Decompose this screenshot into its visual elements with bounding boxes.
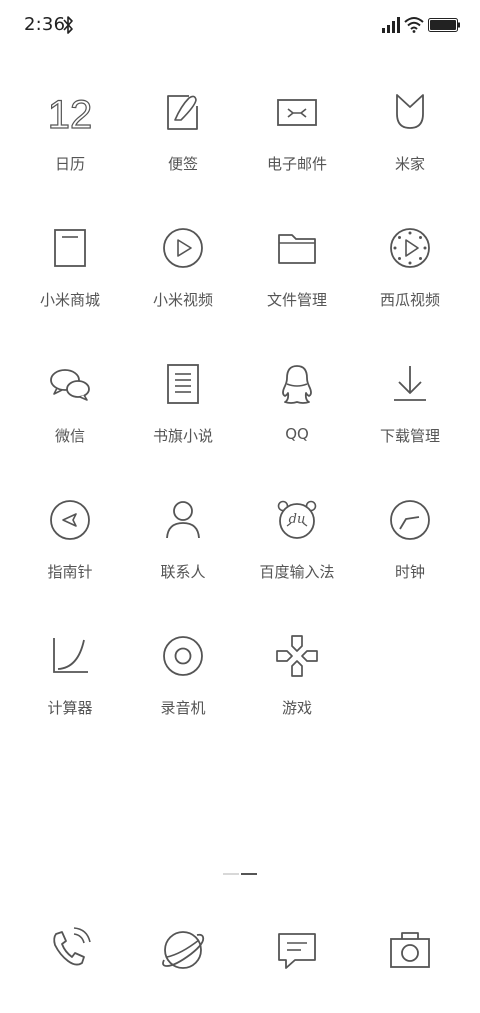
calculator-icon xyxy=(53,638,88,673)
dock-phone[interactable] xyxy=(40,920,100,980)
app-label: 下载管理 xyxy=(379,427,440,445)
app-label: 文件管理 xyxy=(266,291,327,309)
mi-store-icon xyxy=(54,229,86,267)
baidu-ime-icon: du xyxy=(277,500,317,539)
wechat-icon xyxy=(50,369,90,401)
app-novel[interactable]: 书旗小说 xyxy=(133,352,233,472)
signal-icon xyxy=(382,17,400,33)
app-calculator[interactable]: 计算器 xyxy=(20,624,120,744)
app-game[interactable]: 游戏 xyxy=(247,624,347,744)
folder-icon xyxy=(278,234,316,264)
compass-icon xyxy=(50,500,90,540)
app-label: 游戏 xyxy=(281,699,312,717)
page-dot-active[interactable] xyxy=(241,873,257,875)
app-contacts[interactable]: 联系人 xyxy=(133,488,233,608)
app-label: 小米视频 xyxy=(152,291,213,309)
wifi-icon xyxy=(404,17,424,33)
app-label: 书旗小说 xyxy=(152,427,213,445)
app-baidu-ime[interactable]: du 百度输入法 xyxy=(247,488,347,608)
app-compass[interactable]: 指南针 xyxy=(20,488,120,608)
game-icon xyxy=(276,635,318,677)
app-mijia[interactable]: 米家 xyxy=(360,80,460,200)
app-label: 百度输入法 xyxy=(259,563,335,581)
app-label: 微信 xyxy=(54,427,85,445)
app-label: QQ xyxy=(285,425,309,443)
app-mi-store[interactable]: 小米商城 xyxy=(20,216,120,336)
download-icon xyxy=(394,366,426,401)
clock-icon xyxy=(390,500,430,540)
app-label: 西瓜视频 xyxy=(379,291,440,309)
page-indicator[interactable] xyxy=(223,873,257,876)
app-qq[interactable]: QQ xyxy=(247,352,347,472)
dock-browser[interactable] xyxy=(153,920,213,980)
app-label: 便签 xyxy=(167,155,198,173)
dock xyxy=(0,920,480,980)
app-file-manager[interactable]: 文件管理 xyxy=(247,216,347,336)
app-label: 录音机 xyxy=(160,699,206,717)
camera-icon xyxy=(390,932,430,968)
app-label: 时钟 xyxy=(394,563,425,581)
recorder-icon xyxy=(163,636,203,676)
bluetooth-icon xyxy=(63,16,73,34)
battery-icon xyxy=(428,18,460,32)
app-label: 指南针 xyxy=(47,563,93,581)
page-dot-inactive[interactable] xyxy=(223,873,239,875)
calendar-icon: 12 xyxy=(47,92,93,136)
browser-icon xyxy=(162,931,205,969)
status-time: 2:36 xyxy=(24,14,66,35)
app-clock[interactable]: 时钟 xyxy=(360,488,460,608)
app-email[interactable]: 电子邮件 xyxy=(247,80,347,200)
email-icon xyxy=(277,99,317,126)
app-label: 小米商城 xyxy=(39,291,100,309)
app-recorder[interactable]: 录音机 xyxy=(133,624,233,744)
contacts-icon xyxy=(166,501,200,539)
xigua-video-icon xyxy=(390,228,430,268)
dock-messages[interactable] xyxy=(267,920,327,980)
app-xigua-video[interactable]: 西瓜视频 xyxy=(360,216,460,336)
phone-icon xyxy=(53,927,91,966)
qq-icon xyxy=(282,365,312,404)
svg-text:du: du xyxy=(289,512,306,527)
app-label: 计算器 xyxy=(47,699,93,717)
status-bar: 2:36 xyxy=(0,0,480,52)
app-label: 联系人 xyxy=(160,563,206,581)
messages-icon xyxy=(278,933,316,969)
mi-video-icon xyxy=(163,228,203,268)
mijia-icon xyxy=(396,94,424,129)
app-calendar[interactable]: 12 日历 xyxy=(20,80,120,200)
svg-text:12: 12 xyxy=(48,93,93,136)
app-wechat[interactable]: 微信 xyxy=(20,352,120,472)
notes-icon xyxy=(167,95,198,130)
app-label: 电子邮件 xyxy=(266,155,327,173)
app-mi-video[interactable]: 小米视频 xyxy=(133,216,233,336)
app-notes[interactable]: 便签 xyxy=(133,80,233,200)
novel-icon xyxy=(167,364,199,404)
app-label: 米家 xyxy=(394,155,425,173)
app-download-manager[interactable]: 下载管理 xyxy=(360,352,460,472)
dock-camera[interactable] xyxy=(380,920,440,980)
app-label: 日历 xyxy=(54,155,85,173)
